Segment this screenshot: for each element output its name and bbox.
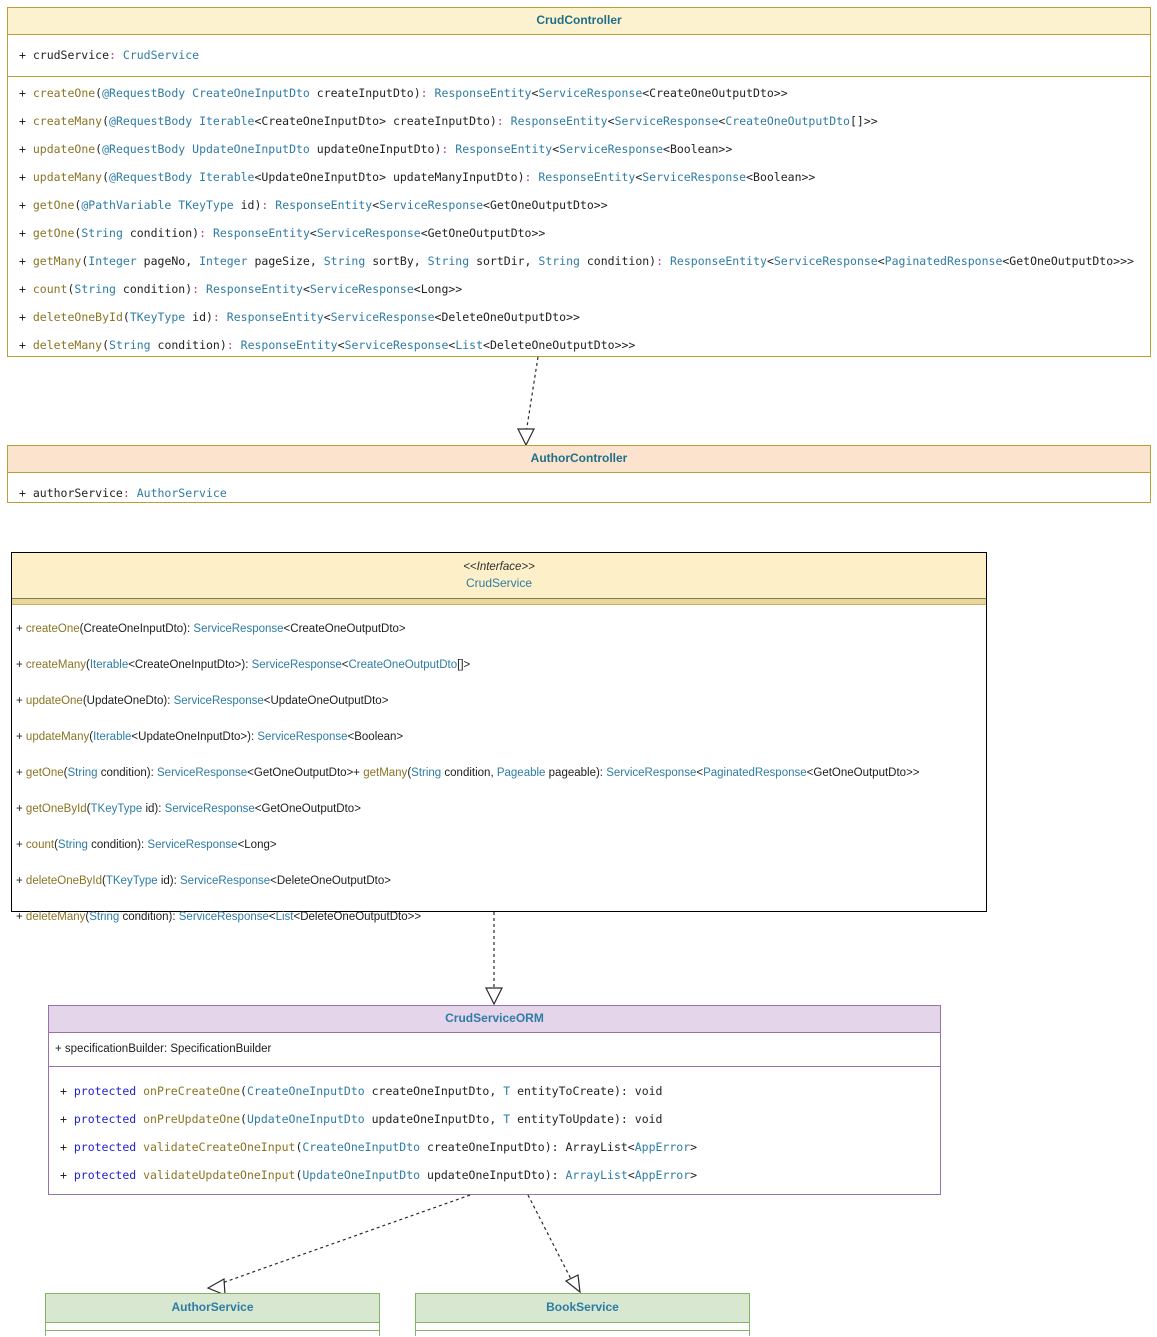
attribute-row: + authorService: AuthorService	[19, 486, 227, 500]
relationship-crudcontroller-authorcontroller	[517, 356, 539, 447]
operations-compartment-crudserviceorm: + protected onPreCreateOne(CreateOneInpu…	[49, 1067, 940, 1199]
operation-row: + createOne(CreateOneInputDto): ServiceR…	[16, 623, 406, 635]
class-title-authorservice: AuthorService	[46, 1294, 379, 1323]
operation-row: + updateMany(@RequestBody Iterable<Updat…	[19, 170, 816, 184]
attributes-compartment-authorcontroller: + authorService: AuthorService	[8, 473, 1150, 514]
class-title-bookservice: BookService	[416, 1294, 749, 1323]
operation-row: + createMany(Iterable<CreateOneInputDto>…	[16, 659, 471, 671]
operations-compartment-authorservice	[46, 1331, 379, 1337]
relationship-crudservice-crudserviceorm	[485, 912, 503, 1006]
operation-row: + deleteOneById(TKeyType id): ServiceRes…	[16, 875, 391, 887]
operation-row: + getOne(String condition): ResponseEnti…	[19, 226, 546, 240]
attribute-row: + specificationBuilder: SpecificationBui…	[55, 1043, 272, 1055]
class-box-bookservice[interactable]: BookService	[415, 1293, 750, 1337]
operation-row: + getOne(String condition): ServiceRespo…	[16, 767, 920, 779]
operation-row: + deleteOneById(TKeyType id): ResponseEn…	[19, 310, 580, 324]
operation-row: + protected onPreCreateOne(CreateOneInpu…	[60, 1084, 663, 1098]
operation-row: + updateOne(UpdateOneDto): ServiceRespon…	[16, 695, 389, 707]
attributes-compartment-crudserviceorm: + specificationBuilder: SpecificationBui…	[49, 1033, 940, 1067]
header-crudservice: <<Interface>> CrudService	[12, 553, 986, 599]
operation-row: + count(String condition): ResponseEntit…	[19, 282, 463, 296]
class-box-crudcontroller[interactable]: CrudController + crudService: CrudServic…	[7, 7, 1151, 357]
operation-row: + updateMany(Iterable<UpdateOneInputDto>…	[16, 731, 404, 743]
operation-row: + getMany(Integer pageNo, Integer pageSi…	[19, 254, 1134, 268]
operations-compartment-crudcontroller: + createOne(@RequestBody CreateOneInputD…	[8, 77, 1150, 363]
operation-row: + createMany(@RequestBody Iterable<Creat…	[19, 114, 878, 128]
operation-row: + getOne(@PathVariable TKeyType id): Res…	[19, 198, 608, 212]
attributes-compartment-bookservice	[416, 1323, 749, 1331]
class-title-crudserviceorm: CrudServiceORM	[49, 1006, 940, 1033]
operation-row: + count(String condition): ServiceRespon…	[16, 839, 277, 851]
class-title-crudcontroller: CrudController	[8, 8, 1150, 35]
class-title-crudservice: CrudService	[465, 576, 533, 590]
class-box-crudserviceorm[interactable]: CrudServiceORM + specificationBuilder: S…	[48, 1005, 941, 1195]
attribute-row: + crudService: CrudService	[19, 48, 200, 62]
operations-compartment-crudservice: + createOne(CreateOneInputDto): ServiceR…	[12, 605, 986, 943]
class-box-authorcontroller[interactable]: AuthorController + authorService: Author…	[7, 445, 1151, 503]
class-title-authorcontroller: AuthorController	[8, 446, 1150, 473]
operation-row: + createOne(@RequestBody CreateOneInputD…	[19, 86, 788, 100]
operation-row: + getOneById(TKeyType id): ServiceRespon…	[16, 803, 361, 815]
attributes-compartment-crudcontroller: + crudService: CrudService	[8, 35, 1150, 77]
operation-row: + updateOne(@RequestBody UpdateOneInputD…	[19, 142, 733, 156]
class-box-crudservice[interactable]: <<Interface>> CrudService + createOne(Cr…	[11, 552, 987, 923]
operations-compartment-bookservice	[416, 1331, 749, 1337]
relationship-crudserviceorm-bookservice	[527, 1194, 581, 1294]
operation-row: + protected onPreUpdateOne(UpdateOneInpu…	[60, 1112, 663, 1126]
attributes-compartment-authorservice	[46, 1323, 379, 1331]
operation-row: + protected validateCreateOneInput(Creat…	[60, 1140, 698, 1154]
class-box-authorservice[interactable]: AuthorService	[45, 1293, 380, 1337]
operation-row: + protected validateUpdateOneInput(Updat…	[60, 1168, 698, 1182]
stereotype-interface: <<Interface>>	[463, 561, 535, 573]
